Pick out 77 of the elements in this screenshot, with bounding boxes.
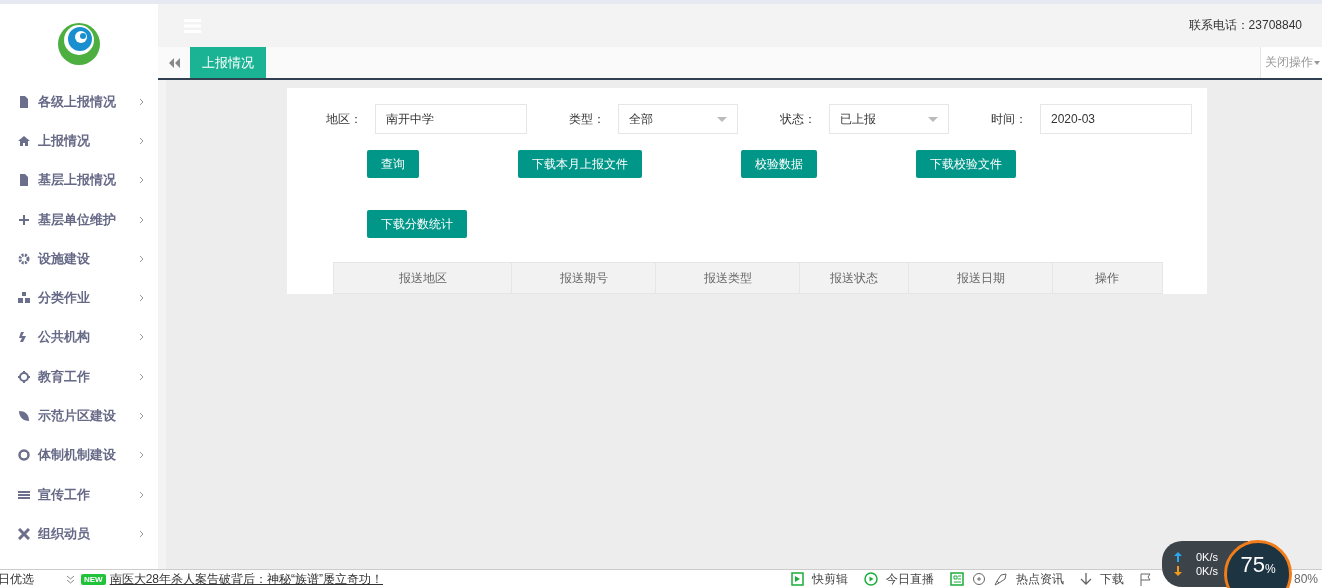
- double-chevron-icon[interactable]: [66, 574, 75, 584]
- action-button[interactable]: 校验数据: [741, 150, 817, 178]
- status-item[interactable]: 下载: [1099, 570, 1124, 588]
- target-icon: [18, 370, 30, 383]
- input-field[interactable]: 2020-03: [1040, 104, 1192, 134]
- chevron-icon: [139, 490, 144, 499]
- upload-speed: 0K/s: [1196, 551, 1218, 563]
- status-item[interactable]: 快剪辑: [811, 570, 848, 588]
- sidebar-item[interactable]: 上报情况: [0, 121, 158, 161]
- field-label: 时间：: [991, 110, 1028, 128]
- action-button[interactable]: 下载分数统计: [367, 210, 467, 238]
- column-header: 报送地区: [397, 269, 448, 287]
- column-header: 报送状态: [799, 263, 908, 293]
- double-left-arrow-icon[interactable]: [169, 57, 180, 68]
- column-header: 报送日期: [908, 263, 1052, 293]
- select-field[interactable]: 全部: [618, 104, 738, 134]
- column-header: 操作: [1052, 263, 1161, 293]
- chevron-icon: [139, 215, 144, 224]
- sidebar-item[interactable]: 设施建设: [0, 239, 158, 279]
- column-header: 报送期号: [511, 263, 655, 293]
- new-badge: NEW: [81, 573, 106, 585]
- chevron-icon: [139, 333, 144, 342]
- chevron-icon: [139, 372, 144, 381]
- chevron-icon: [139, 254, 144, 263]
- chevron-icon: [139, 451, 144, 460]
- download-speed: 0K/s: [1196, 565, 1218, 577]
- sidebar-item[interactable]: 公共机构: [0, 317, 158, 358]
- sidebar-item[interactable]: 基层单位维护: [0, 199, 158, 240]
- download-arrow-icon: [1174, 566, 1182, 576]
- caret-icon: [717, 116, 727, 122]
- column-header: 报送类型: [655, 263, 799, 293]
- news-icon: [949, 572, 964, 586]
- download-icon: [1079, 572, 1092, 586]
- caret-icon: [928, 116, 938, 122]
- flag-icon[interactable]: [1139, 572, 1152, 586]
- file-icon: [18, 174, 30, 187]
- field-label: 状态：: [780, 110, 817, 128]
- chevron-icon: [139, 97, 144, 106]
- sidebar-item[interactable]: 体制机制建设: [0, 435, 158, 475]
- chevron-icon: [139, 412, 144, 420]
- close-menu-button[interactable]: 关闭操作: [1260, 47, 1322, 78]
- list-icon: [18, 488, 30, 501]
- field-label: 类型：: [569, 110, 606, 128]
- sidebar-item[interactable]: 分类作业: [0, 278, 158, 318]
- logo-icon: [57, 22, 101, 66]
- chevron-icon: [139, 529, 144, 538]
- chevron-icon: [139, 136, 144, 145]
- sidebar-item[interactable]: 教育工作: [0, 357, 158, 397]
- input-field[interactable]: 南开中学: [375, 104, 527, 134]
- upload-arrow-icon: [1174, 552, 1182, 562]
- action-button[interactable]: 查询: [367, 150, 419, 178]
- leaf-icon: [18, 410, 30, 422]
- play-icon: [790, 572, 804, 586]
- action-button[interactable]: 下载本月上报文件: [518, 150, 642, 178]
- select-field[interactable]: 已上报: [829, 104, 949, 134]
- gear-icon: [18, 252, 30, 265]
- chevron-icon: [139, 176, 144, 185]
- status-text[interactable]: 日优选: [0, 570, 62, 588]
- plus-icon: [18, 213, 30, 226]
- sidebar-item[interactable]: 宣传工作: [0, 474, 158, 515]
- contact-phone: 联系电话：23708840: [1188, 17, 1302, 34]
- chevron-icon: [139, 294, 144, 303]
- sidebar-item[interactable]: 示范片区建设: [0, 396, 158, 436]
- field-label: 地区：: [326, 110, 363, 128]
- file-icon: [18, 95, 30, 108]
- home-icon: [18, 134, 30, 147]
- cross-icon: [18, 527, 30, 540]
- zoom-level[interactable]: 80%: [1293, 572, 1318, 586]
- action-button[interactable]: 下载校验文件: [916, 150, 1016, 178]
- sidebar-item[interactable]: 基层上报情况: [0, 160, 158, 200]
- sidebar-item[interactable]: 组织动员: [0, 514, 158, 554]
- cubes-icon: [18, 292, 30, 305]
- play-circle-icon: [863, 572, 878, 586]
- status-item[interactable]: 今日直播: [885, 570, 934, 588]
- sidebar-item[interactable]: 各级上报情况: [0, 82, 158, 122]
- status-item[interactable]: 热点资讯: [1015, 570, 1064, 588]
- news-link[interactable]: 南医大28年杀人案告破背后：神秘“族谱”屡立奇功！: [109, 570, 383, 588]
